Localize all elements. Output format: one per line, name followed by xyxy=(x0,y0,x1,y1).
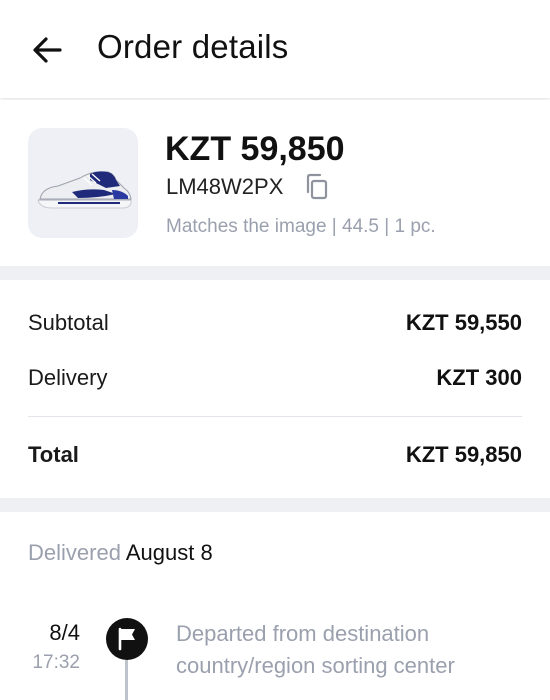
event-description: Departed from destination country/region… xyxy=(176,621,455,678)
delivery-value: KZT 300 xyxy=(436,365,522,390)
product-specs: Matches the image | 44.5 | 1 pc. xyxy=(166,216,436,237)
product-thumbnail[interactable] xyxy=(28,128,138,238)
top-app-bar: Order details xyxy=(0,0,550,98)
section-divider xyxy=(0,266,550,280)
total-row: Total KZT 59,850 xyxy=(28,442,522,474)
tracking-section[interactable]: Delivered August 8 8/4 17:32 Departed fr… xyxy=(0,512,550,700)
flag-icon xyxy=(118,627,135,651)
delivery-label: Delivery xyxy=(28,365,108,390)
status-label: Delivered xyxy=(28,540,121,565)
delivery-status: Delivered August 8 xyxy=(28,540,213,566)
event-time: 17:32 xyxy=(32,652,80,673)
summary-separator xyxy=(28,416,522,417)
delivery-row: Delivery KZT 300 xyxy=(28,365,522,397)
sneaker-image xyxy=(37,171,132,209)
status-date: August 8 xyxy=(125,540,213,565)
copy-icon xyxy=(306,173,328,200)
price-summary: Subtotal KZT 59,550 Delivery KZT 300 Tot… xyxy=(0,280,550,498)
subtotal-value: KZT 59,550 xyxy=(405,310,522,335)
product-card[interactable]: KZT 59,850 LM48W2PX Matches the image | … xyxy=(0,100,550,266)
product-price: KZT 59,850 xyxy=(165,130,345,168)
product-sku: LM48W2PX xyxy=(166,174,284,199)
subtotal-label: Subtotal xyxy=(28,310,109,335)
section-divider xyxy=(0,498,550,512)
subtotal-row: Subtotal KZT 59,550 xyxy=(28,310,522,342)
arrow-left-icon xyxy=(33,37,62,63)
event-date: 8/4 xyxy=(49,620,80,645)
copy-sku-button[interactable] xyxy=(303,172,331,202)
timeline-node xyxy=(106,618,148,660)
page-title: Order details xyxy=(97,28,289,65)
total-value: KZT 59,850 xyxy=(405,442,522,467)
total-label: Total xyxy=(28,442,79,467)
back-button[interactable] xyxy=(28,30,68,70)
timeline-line xyxy=(125,660,128,700)
